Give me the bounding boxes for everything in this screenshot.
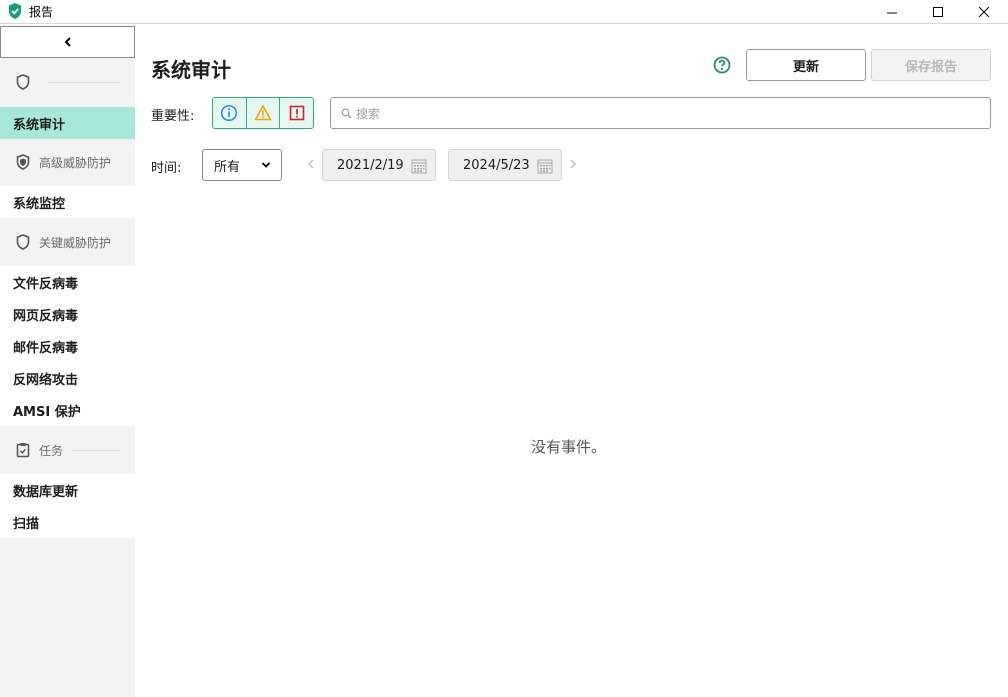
critical-icon — [289, 105, 304, 121]
sidebar-item-database-update[interactable]: 数据库更新 — [0, 474, 135, 506]
maximize-icon — [933, 7, 943, 17]
section-header-advanced-protection: 高级威胁防护 — [0, 143, 135, 181]
help-icon[interactable] — [713, 56, 731, 74]
shield-icon — [16, 154, 30, 170]
section-header-tasks: 任务 — [0, 431, 135, 469]
calendar-icon[interactable] — [537, 158, 553, 174]
calendar-icon[interactable] — [411, 158, 427, 174]
close-button[interactable] — [961, 0, 1007, 24]
clipboard-check-icon — [16, 443, 30, 458]
sidebar-item-scan[interactable]: 扫描 — [0, 506, 135, 538]
sidebar-item-system-audit[interactable]: 系统审计 — [0, 107, 135, 139]
sidebar-item-network-attack[interactable]: 反网络攻击 — [0, 362, 135, 394]
chevron-right-icon[interactable] — [569, 158, 577, 170]
section-label: 关键威胁防护 — [39, 235, 112, 250]
sidebar-item-amsi[interactable]: AMSI 保护 — [0, 394, 135, 426]
time-label: 时间: — [151, 161, 182, 176]
search-icon — [341, 108, 352, 118]
section-label: 高级威胁防护 — [39, 155, 112, 170]
date-to-field[interactable]: 2024/5/23 — [448, 149, 562, 181]
sidebar-item-label: 文件反病毒 — [13, 276, 79, 292]
title-bar: 报告 — [0, 0, 1008, 24]
search-placeholder: 搜索 — [356, 106, 381, 121]
page-title: 系统审计 — [151, 58, 231, 82]
date-to-value: 2024/5/23 — [463, 157, 530, 173]
section-header-protection — [0, 63, 135, 101]
minimize-icon — [887, 12, 897, 14]
save-report-button[interactable]: 保存报告 — [871, 49, 991, 81]
collapse-sidebar-button[interactable] — [0, 26, 135, 58]
section-divider — [47, 81, 119, 83]
chevron-down-icon — [261, 162, 271, 168]
shield-icon — [16, 74, 30, 90]
maximize-button[interactable] — [915, 0, 961, 24]
sidebar-item-file-antivirus[interactable]: 文件反病毒 — [0, 266, 135, 298]
refresh-button[interactable]: 更新 — [746, 49, 866, 81]
minimize-button[interactable] — [869, 0, 915, 24]
severity-filter-group — [212, 97, 314, 129]
date-from-field[interactable]: 2021/2/19 — [322, 149, 436, 181]
severity-warning-toggle[interactable] — [247, 98, 281, 128]
info-icon — [221, 104, 238, 122]
sidebar-item-label: 系统审计 — [13, 117, 66, 133]
time-range-select[interactable]: 所有 — [202, 149, 282, 181]
sidebar-item-web-antivirus[interactable]: 网页反病毒 — [0, 298, 135, 330]
section-label: 任务 — [39, 443, 64, 458]
sidebar-item-system-monitor[interactable]: 系统监控 — [0, 186, 135, 218]
warning-icon — [254, 105, 272, 121]
section-header-key-protection: 关键威胁防护 — [0, 223, 135, 261]
severity-critical-toggle[interactable] — [280, 98, 313, 128]
date-from-value: 2021/2/19 — [337, 157, 404, 173]
time-range-value: 所有 — [214, 159, 241, 175]
sidebar: 系统审计 高级威胁防护 系统监控 关键威胁防护 文件反病毒 网页反病毒 邮件反病… — [0, 25, 135, 697]
severity-label: 重要性: — [151, 109, 195, 124]
close-icon — [978, 6, 990, 18]
shield-icon — [16, 234, 30, 250]
sidebar-item-label: 扫描 — [13, 516, 40, 532]
app-shield-icon — [9, 3, 21, 19]
search-input[interactable]: 搜索 — [330, 97, 991, 129]
sidebar-item-label: 邮件反病毒 — [13, 340, 79, 356]
sidebar-item-label: AMSI 保护 — [13, 404, 81, 420]
sidebar-item-label: 系统监控 — [13, 196, 66, 212]
main-panel: 系统审计 更新 保存报告 重要性: 搜索 时间: 所有 2021/2/19 20… — [135, 25, 1008, 697]
sidebar-item-label: 数据库更新 — [13, 484, 79, 500]
sidebar-item-mail-antivirus[interactable]: 邮件反病毒 — [0, 330, 135, 362]
window-title: 报告 — [29, 5, 54, 19]
severity-info-toggle[interactable] — [213, 98, 247, 128]
empty-state-message: 没有事件。 — [531, 438, 607, 456]
sidebar-item-label: 反网络攻击 — [13, 372, 79, 388]
chevron-left-icon — [64, 37, 71, 47]
section-divider — [71, 449, 119, 451]
sidebar-item-label: 网页反病毒 — [13, 308, 79, 324]
chevron-left-icon[interactable] — [307, 158, 315, 170]
